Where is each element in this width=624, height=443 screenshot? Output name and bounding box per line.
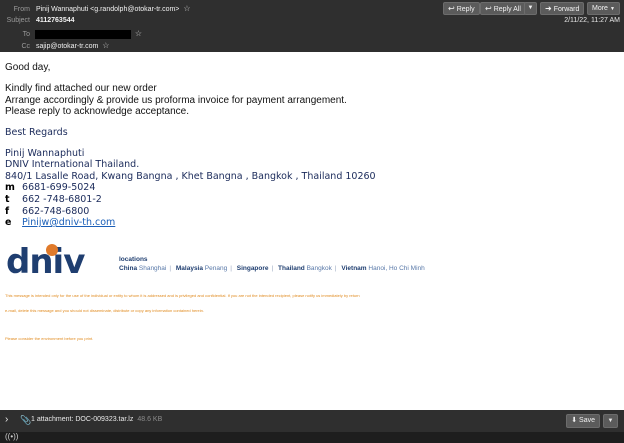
star-icon[interactable]: ☆ (102, 41, 109, 50)
signature-name: Pinij Wannaphuti (5, 148, 85, 159)
attachment-size: 48.6 KB (137, 416, 163, 423)
body-line-2: Arrange accordingly & provide us proform… (5, 95, 347, 106)
from-value[interactable]: Pinij Wannaphuti <g.randolph@otokar-tr.c… (36, 6, 179, 13)
signature-telephone: t 662 -748-6801-2 (5, 194, 102, 205)
redacted-recipient (34, 29, 131, 39)
cc-value[interactable]: sajip@otokar-tr.com (36, 43, 98, 50)
chevron-down-icon: ▼ (609, 6, 615, 12)
locations-title: locations (119, 256, 148, 263)
from-label: From (13, 6, 30, 13)
reply-icon: ↩ (448, 4, 455, 13)
to-label: To (22, 31, 30, 38)
signature-company: DNIV International Thailand. (5, 159, 140, 170)
regards: Best Regards (5, 127, 68, 138)
paperclip-icon: 📎 (20, 415, 32, 425)
subject-value: 4112763544 (35, 17, 75, 24)
disclaimer-line-3: Please consider the environment before y… (5, 336, 94, 341)
from-row: From Pinij Wannaphuti <g.randolph@otokar… (4, 4, 191, 13)
to-row: To ☆ (4, 29, 142, 39)
subject-row: Subject 4112763544 (4, 17, 75, 24)
star-icon[interactable]: ☆ (183, 4, 190, 13)
cc-row: Cc sajip@otokar-tr.com ☆ (4, 41, 109, 50)
message-body: Good day, Kindly find attached our new o… (0, 52, 624, 410)
signature-email: e Pinijw@dniv-th.com (5, 217, 116, 228)
signature-mobile: m 6681-699-5024 (5, 182, 96, 193)
attachment-item[interactable]: 1 attachment: DOC-009323.tar.lz 48.6 KB (31, 416, 162, 423)
chevron-down-icon: ▼ (527, 5, 534, 11)
forward-button[interactable]: ➜ Forward (540, 2, 585, 15)
locations-list: China Shanghai | Malaysia Penang | Singapo… (119, 265, 425, 272)
cc-label: Cc (21, 43, 30, 50)
chevron-right-icon[interactable]: › (5, 414, 8, 425)
antenna-icon: ((•)) (5, 432, 19, 441)
save-button[interactable]: ⬇ Save (566, 414, 600, 428)
signature-fax: f 662-748-6800 (5, 206, 90, 217)
body-line-3: Please reply to acknowledge acceptance. (5, 106, 190, 117)
subject-label: Subject (6, 17, 30, 24)
reply-all-menu-button[interactable]: ▼ (524, 2, 537, 15)
save-icon: ⬇ (571, 417, 578, 424)
message-header: From Pinij Wannaphuti <g.randolph@otokar… (0, 0, 624, 52)
star-icon[interactable]: ☆ (135, 29, 142, 38)
signature-address: 840/1 Lasalle Road, Kwang Bangna , Khet … (5, 171, 376, 182)
reply-button[interactable]: ↩ Reply (443, 2, 480, 15)
attachment-bar: › 📎 1 attachment: DOC-009323.tar.lz 48.6 … (0, 410, 624, 432)
disclaimer-line-1: This message is intended only for the us… (5, 293, 360, 298)
body-line-1: Kindly find attached our new order (5, 83, 157, 94)
email-link[interactable]: Pinijw@dniv-th.com (22, 217, 115, 228)
reply-all-icon: ↩ (485, 4, 492, 13)
message-date: 2/11/22, 11:27 AM (564, 17, 620, 24)
chevron-down-icon: ▼ (607, 418, 614, 424)
reply-all-button[interactable]: ↩ Reply All (480, 2, 526, 15)
attachment-label: 1 attachment: DOC-009323.tar.lz (31, 416, 134, 423)
greeting: Good day, (5, 62, 51, 73)
disclaimer-line-2: e-mail, delete this message and you shou… (5, 308, 205, 313)
forward-icon: ➜ (545, 4, 552, 13)
more-button[interactable]: More ▼ (587, 2, 620, 15)
save-menu-button[interactable]: ▼ (603, 414, 618, 428)
status-bar: ((•)) (0, 432, 624, 443)
logo-accent-dot (46, 244, 58, 256)
